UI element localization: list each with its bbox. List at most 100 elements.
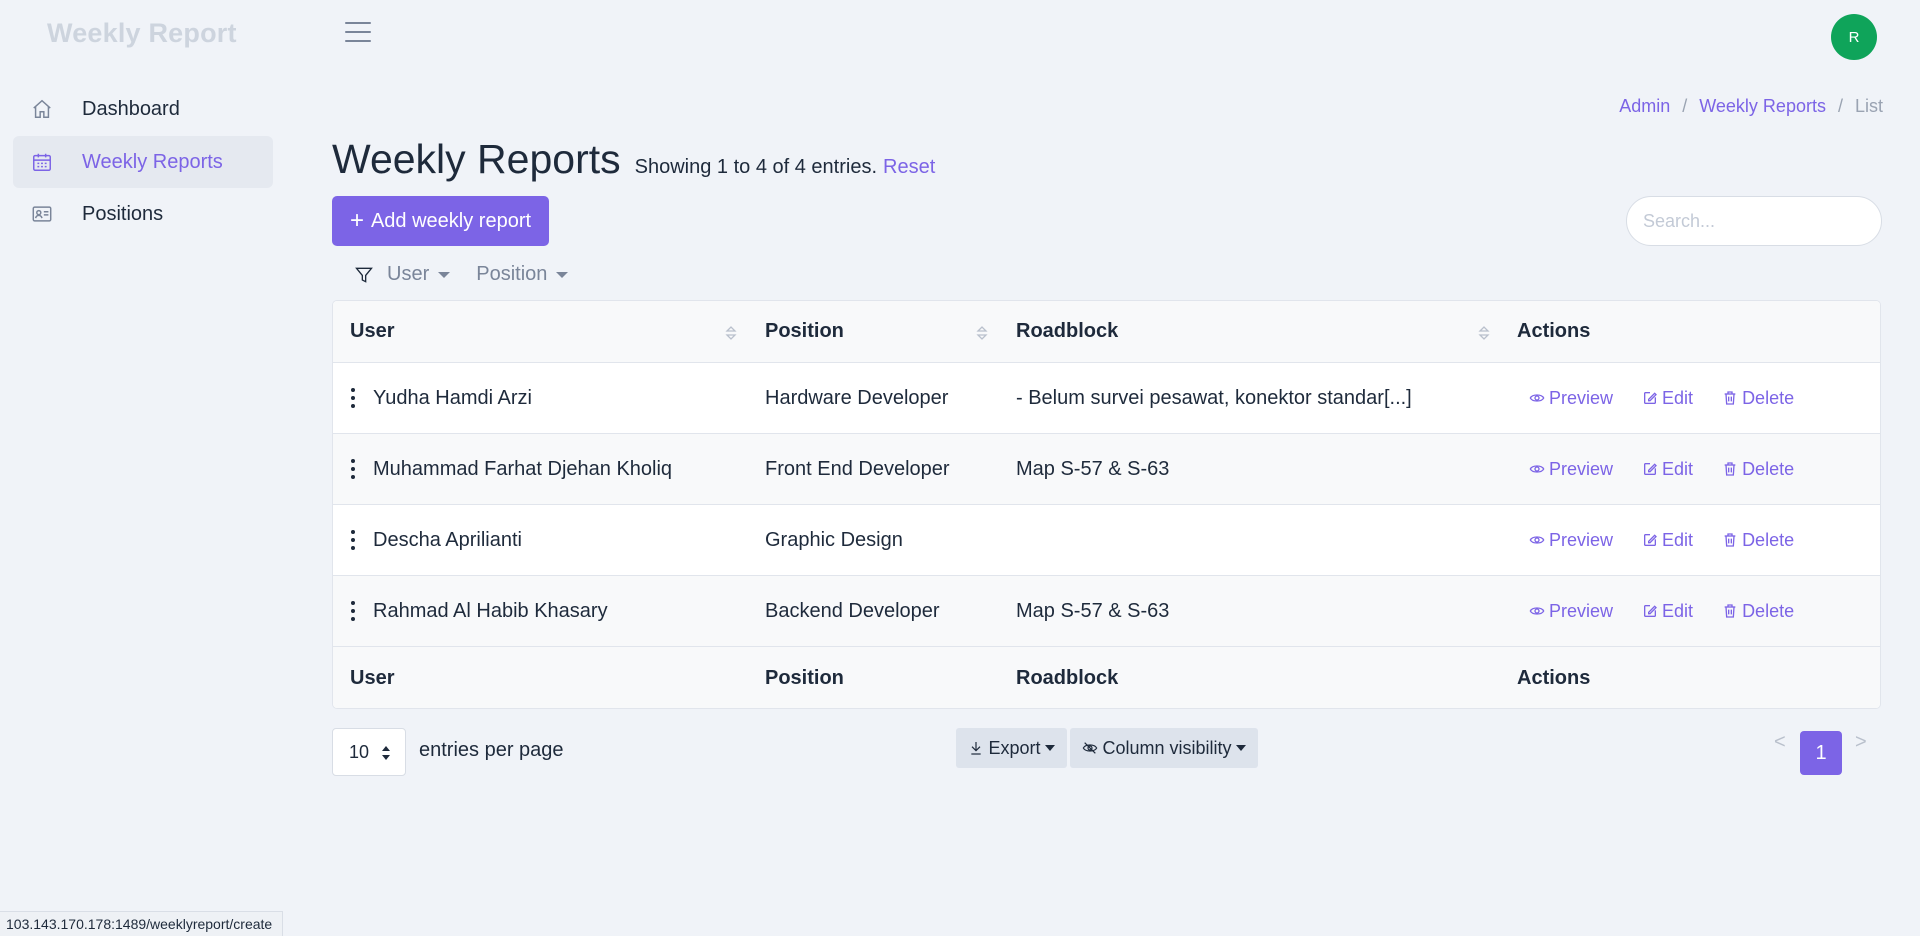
filter-label: User — [387, 263, 430, 285]
breadcrumb-weekly-reports[interactable]: Weekly Reports — [1699, 96, 1826, 117]
column-visibility-button[interactable]: Column visibility — [1070, 728, 1258, 768]
edit-button[interactable]: Edit — [1642, 601, 1693, 622]
sort-icon[interactable] — [1478, 324, 1490, 342]
filter-position-dropdown[interactable]: Position — [476, 263, 569, 286]
calendar-icon — [30, 150, 54, 174]
edit-label: Edit — [1662, 529, 1694, 550]
trash-icon — [1724, 391, 1736, 405]
menu-toggle-button[interactable] — [345, 22, 371, 46]
cell-user: Yudha Hamdi Arzi — [373, 386, 532, 409]
breadcrumb-admin[interactable]: Admin — [1619, 96, 1670, 117]
eye-icon — [1529, 536, 1545, 544]
cell-user: Rahmad Al Habib Khasary — [373, 599, 608, 622]
add-button-label: Add weekly report — [370, 209, 532, 232]
edit-icon — [1644, 392, 1657, 404]
sort-icon[interactable] — [976, 324, 988, 342]
breadcrumb-current: List — [1854, 96, 1883, 116]
row-menu-icon[interactable] — [351, 388, 355, 408]
eye-slash-icon — [1083, 742, 1098, 754]
breadcrumb-separator: / — [1682, 96, 1688, 116]
table-row: Rahmad Al Habib Khasary Backend Develope… — [333, 576, 1880, 647]
filter-bar: User Position — [354, 263, 594, 286]
filter-label: Position — [476, 263, 548, 285]
delete-button[interactable]: Delete — [1722, 530, 1794, 551]
avatar[interactable]: R — [1831, 14, 1877, 60]
cell-roadblock: Map S-57 & S-63 — [1016, 457, 1170, 480]
export-button[interactable]: Export — [956, 728, 1067, 768]
cell-position: Backend Developer — [765, 599, 940, 622]
eye-icon — [1529, 394, 1545, 402]
filter-icon — [355, 267, 373, 283]
entries-summary: Showing 1 to 4 of 4 entries. — [634, 156, 877, 178]
pagination-prev[interactable]: < — [1774, 731, 1786, 754]
sort-icon[interactable] — [725, 324, 737, 342]
sidebar: Weekly Report Dashboard Weekly Reports P… — [0, 0, 285, 936]
filter-user-dropdown[interactable]: User — [387, 263, 451, 286]
id-card-icon — [30, 202, 54, 226]
column-header-user[interactable]: User — [350, 301, 394, 362]
caret-down-icon — [1044, 745, 1055, 751]
caret-down-icon — [556, 271, 569, 278]
edit-button[interactable]: Edit — [1642, 530, 1693, 551]
delete-label: Delete — [1742, 458, 1795, 479]
reset-link[interactable]: Reset — [883, 156, 935, 179]
table-row: Descha Aprilianti Graphic Design Preview… — [333, 505, 1880, 576]
export-label: Export — [988, 737, 1041, 758]
delete-button[interactable]: Delete — [1722, 459, 1794, 480]
preview-button[interactable]: Preview — [1529, 388, 1613, 409]
row-menu-icon[interactable] — [351, 530, 355, 550]
preview-button[interactable]: Preview — [1529, 459, 1613, 480]
sidebar-item-positions[interactable]: Positions — [13, 188, 273, 240]
add-weekly-report-button[interactable]: + Add weekly report — [332, 196, 549, 246]
select-arrows-icon — [382, 746, 390, 760]
row-actions: Preview Edit Delete — [1529, 434, 1794, 504]
brand-logo[interactable]: Weekly Report — [47, 18, 237, 49]
breadcrumb-separator: / — [1837, 96, 1843, 116]
preview-label: Preview — [1549, 458, 1614, 479]
delete-button[interactable]: Delete — [1722, 388, 1794, 409]
column-footer-position: Position — [765, 666, 844, 689]
search-input[interactable] — [1626, 196, 1882, 246]
table-row: Muhammad Farhat Djehan Kholiq Front End … — [333, 434, 1880, 505]
delete-label: Delete — [1742, 387, 1795, 408]
edit-label: Edit — [1662, 387, 1694, 408]
row-actions: Preview Edit Delete — [1529, 363, 1794, 433]
eye-icon — [1529, 465, 1545, 473]
per-page-select[interactable]: 10 — [332, 728, 406, 776]
home-icon — [30, 97, 54, 121]
edit-button[interactable]: Edit — [1642, 388, 1693, 409]
cell-position: Front End Developer — [765, 457, 950, 480]
sidebar-item-weekly-reports[interactable]: Weekly Reports — [13, 136, 273, 188]
cell-position: Hardware Developer — [765, 386, 949, 409]
preview-label: Preview — [1549, 387, 1614, 408]
sidebar-item-dashboard[interactable]: Dashboard — [13, 83, 273, 135]
column-footer-roadblock: Roadblock — [1016, 666, 1119, 689]
preview-button[interactable]: Preview — [1529, 601, 1613, 622]
row-menu-icon[interactable] — [351, 459, 355, 479]
edit-icon — [1644, 534, 1657, 546]
edit-button[interactable]: Edit — [1642, 459, 1693, 480]
status-bar-url: 103.143.170.178:1489/weeklyreport/create — [0, 911, 284, 936]
column-header-actions: Actions — [1517, 320, 1591, 342]
row-menu-icon[interactable] — [351, 601, 355, 621]
preview-label: Preview — [1549, 529, 1614, 550]
sidebar-item-label: Dashboard — [82, 97, 180, 120]
column-header-position[interactable]: Position — [765, 301, 844, 362]
per-page-label: entries per page — [419, 739, 564, 761]
row-actions: Preview Edit Delete — [1529, 576, 1794, 646]
delete-button[interactable]: Delete — [1722, 601, 1794, 622]
preview-label: Preview — [1549, 600, 1614, 621]
column-footer-actions: Actions — [1517, 666, 1591, 689]
per-page-value: 10 — [349, 741, 370, 762]
edit-label: Edit — [1662, 458, 1694, 479]
column-header-roadblock[interactable]: Roadblock — [1016, 301, 1118, 362]
eye-icon — [1529, 607, 1545, 615]
pagination-page-1[interactable]: 1 — [1800, 731, 1842, 775]
row-actions: Preview Edit Delete — [1529, 505, 1794, 575]
delete-label: Delete — [1742, 529, 1795, 550]
preview-button[interactable]: Preview — [1529, 530, 1613, 551]
trash-icon — [1724, 604, 1736, 618]
pagination-next[interactable]: > — [1855, 731, 1867, 754]
caret-down-icon — [1235, 745, 1246, 751]
cell-roadblock: Map S-57 & S-63 — [1016, 599, 1170, 622]
